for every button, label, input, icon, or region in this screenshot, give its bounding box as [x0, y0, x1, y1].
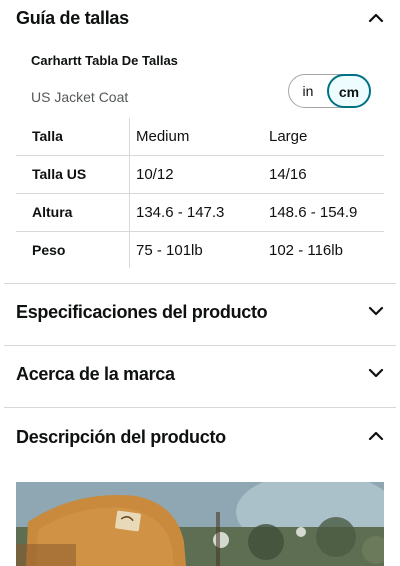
- size-table: Talla Medium Large Talla US 10/12 14/16 …: [16, 118, 384, 270]
- row-value-b: 14/16: [269, 166, 307, 183]
- product-image[interactable]: [16, 482, 384, 566]
- row-value-a: 75 - 101lb: [136, 242, 203, 259]
- table-row: Peso 75 - 101lb 102 - 116lb: [16, 232, 384, 270]
- chevron-down-icon[interactable]: [366, 363, 386, 383]
- chevron-up-icon[interactable]: [366, 426, 386, 446]
- table-header-label: Talla: [32, 128, 63, 144]
- table-header-col-a: Medium: [136, 128, 190, 145]
- unit-option-cm[interactable]: cm: [327, 74, 371, 108]
- specs-section-title: Especificaciones del producto: [16, 302, 268, 322]
- chevron-down-icon[interactable]: [366, 301, 386, 321]
- section-divider: [4, 345, 396, 346]
- brand-section-header[interactable]: Acerca de la marca: [0, 352, 400, 392]
- table-header-col-b: Large: [269, 128, 308, 145]
- row-value-a: 134.6 - 147.3: [136, 204, 225, 221]
- table-column-divider: [129, 118, 130, 268]
- description-section-header[interactable]: Descripción del producto: [0, 414, 400, 454]
- size-guide-header[interactable]: Guía de tallas: [0, 0, 400, 40]
- table-row: Altura 134.6 - 147.3 148.6 - 154.9: [16, 194, 384, 232]
- description-section-title: Descripción del producto: [16, 427, 226, 447]
- specs-section-header[interactable]: Especificaciones del producto: [0, 290, 400, 330]
- chart-subtitle: US Jacket Coat: [31, 89, 129, 105]
- row-value-b: 102 - 116lb: [269, 242, 343, 259]
- brand-chart-title: Carhartt Tabla De Tallas: [31, 53, 178, 68]
- row-value-a: 10/12: [136, 166, 174, 183]
- brand-section-title: Acerca de la marca: [16, 364, 175, 384]
- row-label: Peso: [32, 242, 66, 258]
- chevron-up-icon[interactable]: [366, 8, 386, 28]
- unit-option-in[interactable]: in: [289, 75, 327, 107]
- row-label: Talla US: [32, 166, 87, 182]
- row-label: Altura: [32, 204, 73, 220]
- size-guide-title: Guía de tallas: [16, 8, 129, 28]
- section-divider: [4, 283, 396, 284]
- table-row: Talla US 10/12 14/16: [16, 156, 384, 194]
- section-divider: [4, 407, 396, 408]
- unit-toggle[interactable]: in cm: [288, 74, 371, 108]
- table-header-row: Talla Medium Large: [16, 118, 384, 156]
- row-value-b: 148.6 - 154.9: [269, 204, 358, 221]
